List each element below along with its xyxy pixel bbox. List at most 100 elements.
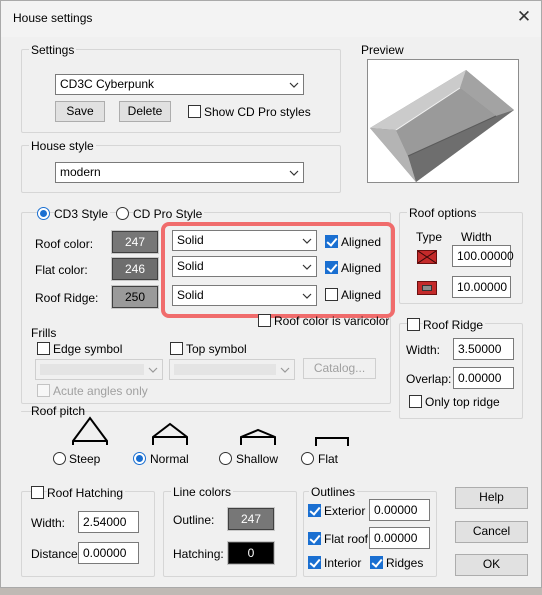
catalog-button[interactable]: Catalog...: [303, 358, 376, 379]
only-top-ridge-label: Only top ridge: [425, 395, 500, 409]
acute-angles-checkbox[interactable]: [37, 384, 50, 397]
roof-options-label: Roof options: [407, 206, 479, 220]
house-style-value: modern: [60, 165, 101, 179]
roof-ridge-color-label: Roof Ridge:: [35, 291, 99, 305]
flat-pitch-icon: [315, 437, 349, 446]
outline-color-swatch[interactable]: 247: [227, 507, 275, 531]
ok-button[interactable]: OK: [455, 554, 528, 576]
flat-pattern-value: Solid: [177, 259, 204, 273]
roof-preview-image: [370, 70, 514, 182]
hatching-distance-field[interactable]: 0.00000: [78, 542, 139, 564]
flat-label: Flat: [318, 452, 339, 466]
ridge-aligned-label: Aligned: [341, 288, 382, 302]
flat-roof-label: Flat roof: [324, 532, 369, 546]
edge-symbol-checkbox[interactable]: [37, 342, 50, 355]
hatching-width-label: Width:: [31, 516, 66, 530]
interior-checkbox[interactable]: [308, 556, 321, 569]
type-header: Type: [416, 230, 443, 244]
show-pro-styles-label: Show CD Pro styles: [204, 105, 311, 119]
style-select[interactable]: CD3C Cyberpunk: [55, 74, 304, 95]
roof-color-swatch[interactable]: 247: [111, 230, 159, 254]
acute-angles-label: Acute angles only: [53, 384, 148, 398]
normal-label: Normal: [150, 452, 189, 466]
shallow-label: Shallow: [236, 452, 279, 466]
top-symbol-checkbox[interactable]: [170, 342, 183, 355]
varicolor-label: Roof color is varicolor: [274, 314, 390, 328]
ridges-checkbox[interactable]: [370, 556, 383, 569]
style-select-value: CD3C Cyberpunk: [60, 77, 155, 91]
chevron-down-icon: [289, 170, 299, 176]
roof-preview: [367, 59, 519, 183]
overlap-field[interactable]: 0.00000: [453, 367, 514, 389]
settings-label: Settings: [29, 43, 77, 57]
help-button[interactable]: Help: [455, 487, 528, 509]
chevron-down-icon: [302, 293, 312, 299]
save-button[interactable]: Save: [55, 101, 105, 122]
roof-aligned-label: Aligned: [341, 235, 382, 249]
chevron-down-icon: [280, 367, 290, 373]
shallow-pitch-icon: [240, 428, 276, 445]
ridge-pattern-select[interactable]: Solid: [172, 285, 317, 306]
house-style-label: House style: [29, 139, 96, 153]
window-title: House settings: [13, 11, 93, 25]
house-style-select[interactable]: modern: [55, 162, 304, 183]
outline-color-label: Outline:: [173, 513, 215, 527]
top-symbol-select[interactable]: [169, 359, 295, 380]
cd3-style-label: CD3 Style: [54, 207, 111, 221]
roof-ridge-label: Roof Ridge: [423, 318, 486, 332]
hatching-width-field[interactable]: 2.54000: [78, 511, 139, 533]
roof-width-field[interactable]: 100.00000: [452, 245, 514, 267]
roof-aligned-checkbox[interactable]: [325, 235, 338, 248]
roof-pattern-value: Solid: [177, 233, 204, 247]
chevron-down-icon: [302, 238, 312, 244]
interior-label: Interior: [324, 556, 362, 570]
varicolor-checkbox[interactable]: [258, 314, 271, 327]
ridge-width-field[interactable]: 3.50000: [453, 338, 514, 360]
shallow-radio[interactable]: [219, 452, 232, 465]
edge-symbol-select[interactable]: [35, 359, 163, 380]
cancel-button[interactable]: Cancel: [455, 521, 528, 543]
flat-roof-checkbox[interactable]: [308, 532, 321, 545]
flat-color-swatch[interactable]: 246: [111, 257, 159, 281]
cd3-style-radio[interactable]: [37, 207, 50, 220]
flat-color-label: Flat color:: [35, 263, 88, 277]
roof-pattern-select[interactable]: Solid: [172, 230, 317, 251]
flat-aligned-checkbox[interactable]: [325, 261, 338, 274]
flat-type-icon[interactable]: [417, 281, 437, 295]
top-symbol-label: Top symbol: [186, 342, 247, 356]
edge-symbol-label: Edge symbol: [53, 342, 123, 356]
roof-ridge-swatch[interactable]: 250: [111, 285, 159, 309]
flat-width-field[interactable]: 10.00000: [452, 276, 511, 298]
preview-label: Preview: [361, 43, 404, 57]
roof-ridge-checkbox[interactable]: [407, 318, 420, 331]
normal-radio[interactable]: [133, 452, 146, 465]
roof-type-icon[interactable]: [417, 250, 437, 264]
close-icon[interactable]: ✕: [515, 8, 533, 26]
exterior-field[interactable]: 0.00000: [369, 499, 430, 521]
exterior-label: Exterior: [324, 504, 366, 518]
line-colors-label: Line colors: [171, 485, 234, 499]
hatching-color-label: Hatching:: [173, 547, 224, 561]
delete-button[interactable]: Delete: [119, 101, 171, 122]
normal-pitch-icon: [152, 422, 188, 445]
frills-label: Frills: [31, 326, 57, 340]
hatching-color-swatch[interactable]: 0: [227, 541, 275, 565]
flat-roof-field[interactable]: 0.00000: [369, 527, 430, 549]
show-pro-styles-checkbox[interactable]: [188, 105, 201, 118]
exterior-checkbox[interactable]: [308, 504, 321, 517]
roof-color-label: Roof color:: [35, 237, 94, 251]
house-settings-dialog: House settings ✕ Settings CD3C Cyberpunk…: [0, 0, 542, 588]
roof-hatching-checkbox[interactable]: [31, 486, 44, 499]
ridge-width-label: Width:: [406, 343, 441, 357]
flat-aligned-label: Aligned: [341, 261, 382, 275]
flat-pattern-select[interactable]: Solid: [172, 256, 317, 277]
cd-pro-style-radio[interactable]: [116, 207, 129, 220]
flat-radio[interactable]: [301, 452, 314, 465]
only-top-ridge-checkbox[interactable]: [409, 395, 422, 408]
ridge-aligned-checkbox[interactable]: [325, 288, 338, 301]
hatching-distance-label: Distance:: [31, 547, 82, 561]
overlap-label: Overlap:: [406, 372, 452, 386]
chevron-down-icon: [302, 264, 312, 270]
steep-radio[interactable]: [53, 452, 66, 465]
steep-label: Steep: [69, 452, 101, 466]
